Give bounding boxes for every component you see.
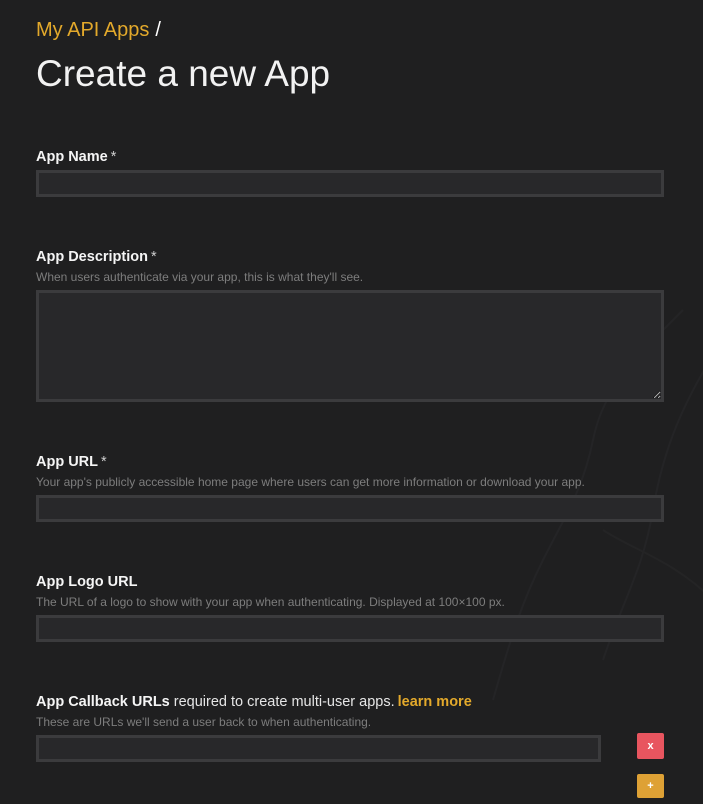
app-logo-url-input[interactable]: [36, 615, 664, 642]
app-callback-urls-label-suffix: required to create multi-user apps.: [173, 694, 395, 710]
breadcrumb-my-api-apps-link[interactable]: My API Apps: [36, 19, 149, 41]
app-name-input[interactable]: [36, 170, 664, 197]
add-callback-url-button[interactable]: +: [637, 774, 664, 798]
app-logo-url-label: App Logo URL: [36, 574, 138, 590]
required-mark: *: [110, 149, 117, 165]
learn-more-link[interactable]: learn more: [398, 694, 472, 710]
app-name-field: App Name *: [36, 148, 664, 197]
breadcrumb: My API Apps /: [36, 18, 161, 42]
app-description-field: App Description * When users authenticate…: [36, 248, 664, 402]
app-url-label-text: App URL: [36, 454, 99, 470]
app-url-field: App URL * Your app's publicly accessible …: [36, 453, 664, 522]
app-callback-urls-help: These are URLs we'll send a user back to…: [36, 715, 372, 729]
app-url-input[interactable]: [36, 495, 664, 522]
app-callback-urls-label-text: App Callback URLs: [36, 694, 170, 710]
app-description-label: App Description *: [36, 248, 664, 266]
app-name-label-text: App Name: [36, 149, 108, 165]
required-mark: *: [101, 454, 107, 470]
app-callback-urls-field: App Callback URLs required to create mul…: [36, 693, 664, 762]
remove-callback-url-button[interactable]: x: [637, 733, 664, 759]
app-description-help: When users authenticate via your app, th…: [36, 270, 364, 284]
page-title: Create a new App: [36, 53, 331, 94]
breadcrumb-separator: /: [155, 19, 161, 41]
app-name-label: App Name *: [36, 148, 664, 166]
app-logo-url-field: App Logo URL The URL of a logo to show w…: [36, 573, 664, 642]
required-mark: *: [150, 249, 157, 265]
callback-url-input[interactable]: [36, 735, 601, 762]
callback-url-row: x: [36, 733, 664, 762]
app-description-textarea[interactable]: [36, 290, 664, 402]
app-description-label-text: App Description: [36, 249, 148, 265]
app-url-help: Your app's publicly accessible home page…: [36, 475, 585, 489]
app-url-label: App URL *: [36, 453, 664, 471]
app-callback-urls-label: App Callback URLs required to create mul…: [36, 693, 664, 711]
app-logo-url-help: The URL of a logo to show with your app …: [36, 595, 505, 609]
